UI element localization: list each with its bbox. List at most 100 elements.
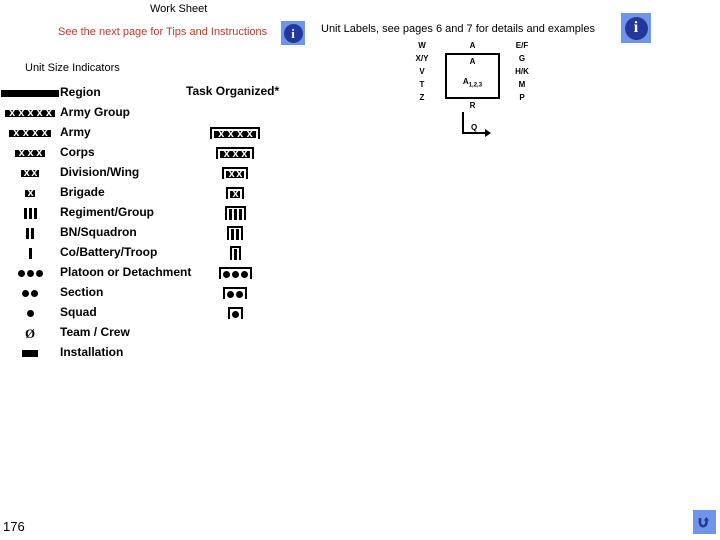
task-organized-bracket [229,246,241,260]
unit-size-dot [26,309,34,317]
unit-size-dot [240,271,248,278]
return-button[interactable] [693,510,716,534]
unit-size-x-mark: x [237,128,243,140]
unit-size-symbol-cell [0,263,60,283]
task-organized-bracket [224,206,246,220]
unit-size-vertical-bar [228,209,232,220]
task-organized-bracket [227,307,243,319]
unit-size-symbol-dots-3 [222,271,248,278]
unit-size-dot [26,269,34,277]
direction-arrow-head-icon [485,129,491,137]
task-organized-bracket: xx [222,167,248,180]
unit-size-label: Co/Battery/Troop [60,245,158,259]
unit-size-dot [222,271,230,278]
direction-arrow-shaft [462,132,486,134]
task-organized-bracket [223,287,247,299]
page-title: Work Sheet [150,3,208,15]
unit-size-vertical-bar [28,247,32,259]
diagram-field-right-0: E/F [515,41,529,50]
unit-size-dot [227,291,234,298]
task-organized-symbol-cell [205,223,265,243]
unit-size-row: Squad [0,303,270,323]
unit-size-symbol-cell: Ø [0,323,60,343]
diagram-field-right-4: P [519,93,525,102]
unit-size-dot [22,289,29,297]
unit-size-x-mark: x [227,128,234,140]
unit-size-x-mark: x [36,106,43,119]
unit-size-vertical-bar [33,207,37,219]
unit-size-label: Division/Wing [60,165,140,179]
task-organized-bracket [218,267,252,279]
unit-size-indicator-list: Region x x x x x Army Group x x x x Army x x x x x x x Corp… [0,83,270,363]
unit-size-x-mark: x [223,148,230,160]
task-organized-bracket: xxxx [210,127,260,140]
unit-size-symbol-dots-1 [231,311,239,318]
unit-size-dot [231,271,239,278]
unit-size-x-mark: x [31,166,37,179]
unit-size-vertical-bar [233,209,237,220]
unit-size-label: Platoon or Detachment [60,265,192,279]
info-icon-unit-labels[interactable]: i [621,13,651,43]
unit-size-symbol-cell: xxxxx [0,103,60,123]
diagram-field-right-3: M [518,80,526,89]
unit-size-row: x x x x x Army Group [0,103,270,123]
return-arrow-icon [698,516,709,527]
unit-size-x-mark: x [27,146,33,159]
unit-size-symbol-xxxx: xxxx [214,128,256,140]
unit-size-label: Installation [60,345,124,359]
tips-instructions-note: See the next page for Tips and Instructi… [58,26,268,38]
unit-size-x-mark: x [23,166,30,179]
unit-size-label: Squad [60,305,97,319]
unit-size-symbol-iii [228,209,242,220]
unit-size-label: Army Group [60,105,131,119]
unit-size-x-mark: x [32,126,38,139]
diagram-field-top: A [469,41,476,50]
unit-size-symbol-x: x [230,188,240,200]
unit-size-symbol-installation [22,349,38,357]
info-icon-tips[interactable]: i [281,21,305,45]
unit-size-symbol-x: x [25,187,35,198]
unit-size-symbol-ii [231,229,239,240]
task-organized-symbol-cell: xx [205,163,265,183]
unit-size-x-mark: x [9,106,15,119]
unit-size-symbol-cell: x [0,183,60,203]
unit-size-vertical-bar [23,207,27,219]
unit-size-symbol-xx: xx [226,168,244,180]
unit-size-label: Section [60,285,104,299]
diagram-field-left-0: W [418,41,426,50]
task-organized-symbol-cell: xxx [205,143,265,163]
diagram-field-inside-main: A1,2,3 [462,77,483,89]
unit-size-row: Section [0,283,270,303]
unit-size-x-mark: x [27,106,33,119]
unit-size-indicators-heading: Unit Size Indicators [25,62,120,74]
task-organized-symbol-cell: xxxx [205,123,265,143]
direction-arrow-stem [462,112,464,134]
unit-size-label: Team / Crew [60,325,130,339]
unit-size-symbol-cell: xxxx [0,123,60,143]
unit-size-x-mark: x [232,188,238,200]
unit-size-symbol-iii [23,207,37,219]
diagram-field-left-1: X/Y [415,54,429,63]
unit-labels-note: Unit Labels, see pages 6 and 7 for detai… [321,23,595,35]
unit-size-symbol-xx: xx [21,166,39,179]
unit-size-x-mark: x [36,146,42,159]
unit-size-symbol-xxx: xxx [220,148,250,160]
unit-size-x-mark: x [18,146,25,159]
page-number: 176 [3,519,25,534]
unit-size-symbol-i [28,247,32,259]
diagram-field-subscript: 1,2,3 [468,82,483,89]
task-organized-bracket: x [226,187,244,200]
unit-size-vertical-bar [238,209,242,220]
unit-size-symbol-ii [26,227,34,239]
unit-size-x-mark: x [228,168,235,180]
unit-size-x-mark: x [246,128,253,140]
diagram-field-inside-top: A [469,57,476,66]
task-organized-symbol-cell [205,203,265,223]
task-organized-symbol-cell: x [205,183,265,203]
unit-size-vertical-bar [28,207,32,219]
unit-size-label: Region [60,85,101,99]
diagram-field-left-3: T [419,80,425,89]
unit-size-symbol-cell [0,223,60,243]
unit-size-symbol-xxxx: xxxx [9,126,51,139]
unit-size-row: Platoon or Detachment [0,263,270,283]
